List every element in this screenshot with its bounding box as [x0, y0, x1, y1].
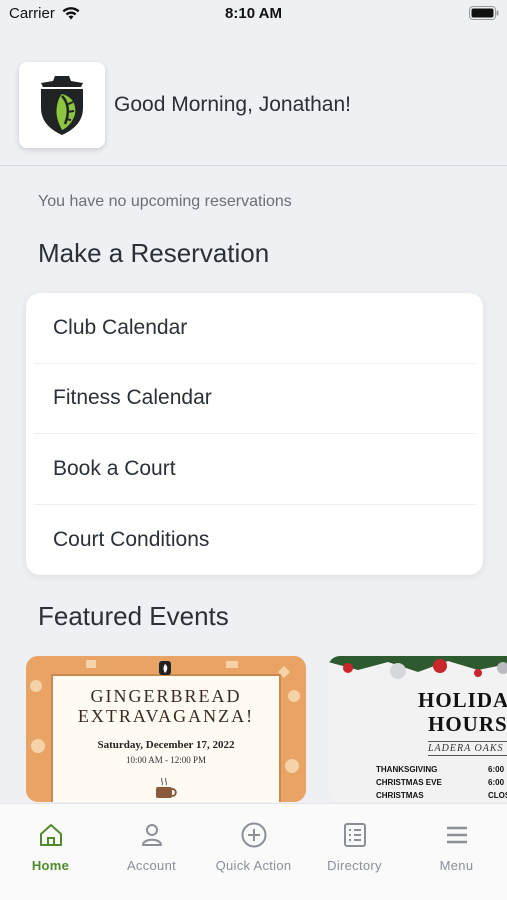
club-calendar-option[interactable]: Club Calendar [34, 293, 475, 364]
make-reservation-heading: Make a Reservation [38, 238, 270, 268]
tab-home-label: Home [31, 858, 70, 873]
holiday-row-label: CHRISTMAS EVE [376, 778, 442, 787]
event-title-line1: GINGERBREAD [90, 686, 242, 706]
court-conditions-option[interactable]: Court Conditions [34, 505, 475, 576]
clock-time: 8:10 AM [225, 5, 282, 22]
tab-menu[interactable]: Menu [406, 822, 507, 873]
holiday-title-line2: HOURS [428, 712, 507, 736]
tab-quick-action-label: Quick Action [215, 858, 292, 873]
home-header: Good Morning, Jonathan! [0, 62, 507, 166]
fitness-calendar-option[interactable]: Fitness Calendar [34, 364, 475, 434]
event-card-holiday-hours[interactable]: HOLIDA HOURS LADERA OAKS THANKSGIVING 6:… [328, 656, 507, 802]
holiday-row-value: 6:00 [488, 778, 505, 787]
garland-decoration [328, 656, 507, 679]
holiday-row: CHRISTMAS CLOS [376, 791, 507, 800]
tab-quick-action[interactable]: Quick Action [203, 822, 304, 873]
greeting-text: Good Morning, Jonathan! [114, 93, 351, 116]
status-bar: Carrier 8:10 AM [0, 0, 507, 30]
tab-account-label: Account [126, 858, 177, 873]
holiday-row-value: CLOS [488, 791, 507, 800]
featured-events-heading: Featured Events [38, 601, 229, 631]
club-logo[interactable] [19, 62, 105, 148]
tab-menu-label: Menu [439, 858, 474, 873]
event-title: GINGERBREAD EXTRAVAGANZA! [26, 686, 306, 726]
tab-directory-label: Directory [327, 858, 382, 873]
no-reservations-text: You have no upcoming reservations [38, 193, 292, 210]
oak-leaf-shield-icon [41, 76, 83, 135]
tab-account[interactable]: Account [101, 822, 202, 873]
tab-directory[interactable]: Directory [304, 822, 405, 873]
home-icon [39, 824, 62, 846]
bottom-tab-bar: Home Account Quick Action Directory Menu [0, 803, 507, 900]
event-title-line2: EXTRAVAGANZA! [77, 706, 255, 726]
club-seal-icon [159, 661, 171, 675]
battery-icon [469, 6, 499, 20]
holiday-title: HOLIDA HOURS [418, 688, 507, 736]
event-time: 10:00 AM - 12:00 PM [125, 755, 206, 765]
book-court-option[interactable]: Book a Court [34, 434, 475, 505]
holiday-subtitle: LADERA OAKS [428, 741, 507, 756]
plus-circle-icon [241, 822, 266, 848]
holiday-row-label: THANKSGIVING [376, 765, 438, 774]
list-icon [343, 823, 366, 847]
hamburger-icon [446, 826, 467, 844]
tab-home[interactable]: Home [0, 822, 101, 873]
holiday-row: CHRISTMAS EVE 6:00 [376, 778, 507, 787]
holiday-row-label: CHRISTMAS [376, 791, 424, 800]
event-card-gingerbread[interactable]: GINGERBREAD EXTRAVAGANZA! Saturday, Dece… [26, 656, 306, 802]
holiday-row-value: 6:00 [488, 765, 505, 774]
reservation-options-card: Club Calendar Fitness Calendar Book a Co… [26, 293, 483, 575]
event-date: Saturday, December 17, 2022 [97, 739, 235, 751]
holiday-title-line1: HOLIDA [418, 688, 507, 712]
hot-cocoa-icon [156, 777, 177, 798]
holiday-row: THANKSGIVING 6:00 [376, 765, 507, 774]
person-icon [141, 824, 162, 846]
